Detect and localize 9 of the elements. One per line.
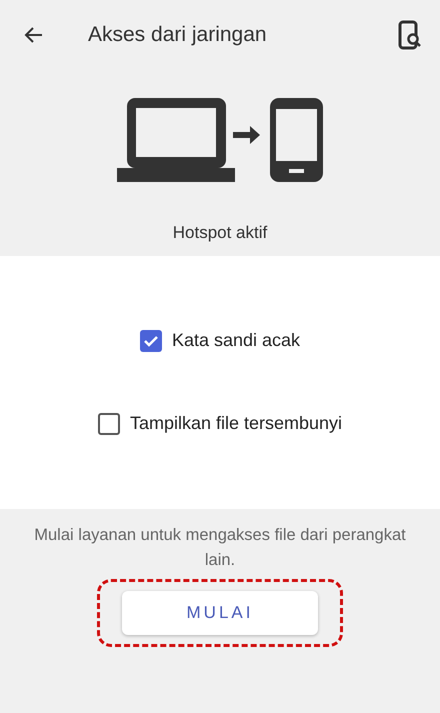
checkbox[interactable] bbox=[98, 412, 120, 434]
page-title: Akses dari jaringan bbox=[88, 22, 268, 48]
hotspot-status: Hotspot aktif bbox=[172, 222, 268, 244]
description-text: Mulai layanan untuk mengakses file dari perangkat lain. bbox=[33, 524, 407, 570]
checkbox-option[interactable]: Tampilkan file tersembunyi bbox=[98, 410, 342, 437]
phone-search-icon[interactable] bbox=[398, 20, 422, 50]
checkbox[interactable] bbox=[140, 330, 162, 352]
checkbox-option[interactable]: Kata sandi acak bbox=[140, 327, 300, 354]
start-button[interactable]: MULAI bbox=[122, 590, 318, 634]
